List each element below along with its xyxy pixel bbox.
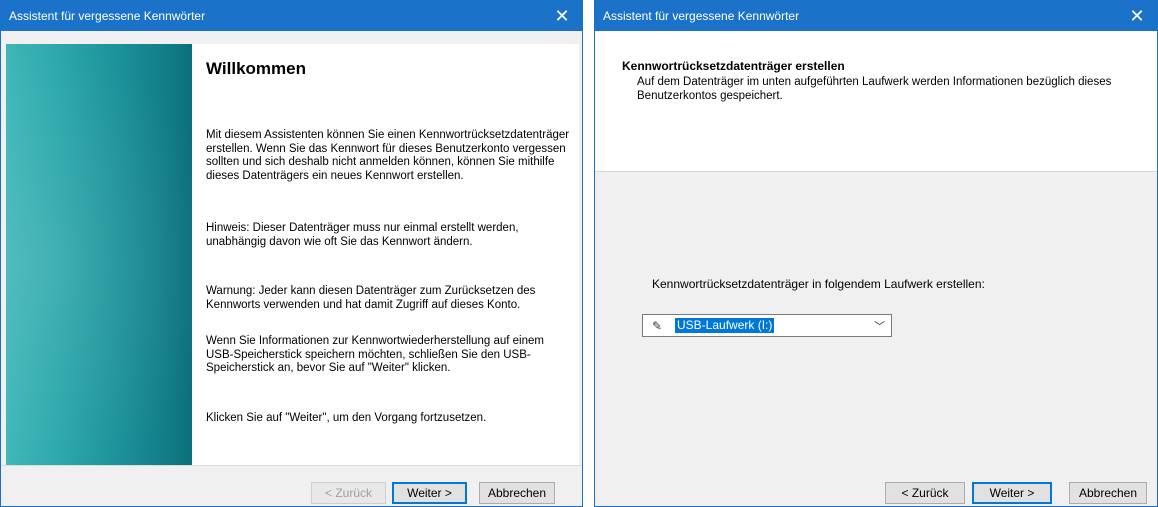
warning-text: Warnung: Jeder kann diesen Datenträger z… — [206, 285, 536, 311]
create-disk-dialog: Assistent für vergessene Kennwörter ✕ Ke… — [594, 0, 1158, 507]
next-button[interactable]: Weiter > — [392, 482, 467, 504]
footer-divider — [1, 465, 582, 466]
continue-text: Klicken Sie auf "Weiter", um den Vorgang… — [206, 412, 487, 424]
drive-select[interactable]: ✎ USB-Laufwerk (I:) ﹀ — [642, 314, 892, 337]
close-icon[interactable]: ✕ — [1117, 1, 1157, 31]
drive-label: Kennwortrücksetzdatenträger in folgendem… — [652, 277, 985, 291]
page-description: Auf dem Datenträger im unten aufgeführte… — [637, 76, 1112, 102]
welcome-dialog: Assistent für vergessene Kennwörter ✕ Wi… — [0, 0, 583, 507]
cancel-button[interactable]: Abbrechen — [1069, 482, 1147, 504]
page-title: Willkommen — [206, 59, 306, 78]
back-button[interactable]: < Zurück — [885, 482, 965, 504]
close-icon[interactable]: ✕ — [542, 1, 582, 31]
page-title: Kennwortrücksetzdatenträger erstellen — [622, 59, 845, 73]
wizard-header: Kennwortrücksetzdatenträger erstellen Au… — [595, 31, 1157, 172]
window-title: Assistent für vergessene Kennwörter — [603, 9, 800, 23]
usb-drive-icon: ✎ — [652, 319, 663, 333]
next-button[interactable]: Weiter > — [972, 482, 1052, 504]
back-button[interactable]: < Zurück — [311, 482, 386, 504]
drive-select-value: USB-Laufwerk (I:) — [675, 318, 775, 333]
usb-info-text: Wenn Sie Informationen zur Kennwortwiede… — [206, 335, 544, 374]
intro-text: Mit diesem Assistenten können Sie einen … — [206, 129, 570, 182]
chevron-down-icon[interactable]: ﹀ — [874, 318, 885, 334]
wizard-side-banner — [1, 4, 266, 506]
title-bar[interactable]: Assistent für vergessene Kennwörter ✕ — [595, 1, 1157, 31]
hint-text: Hinweis: Dieser Datenträger muss nur ein… — [206, 222, 519, 248]
welcome-content: Willkommen Mit diesem Assistenten können… — [192, 44, 579, 465]
cancel-button[interactable]: Abbrechen — [479, 482, 555, 504]
